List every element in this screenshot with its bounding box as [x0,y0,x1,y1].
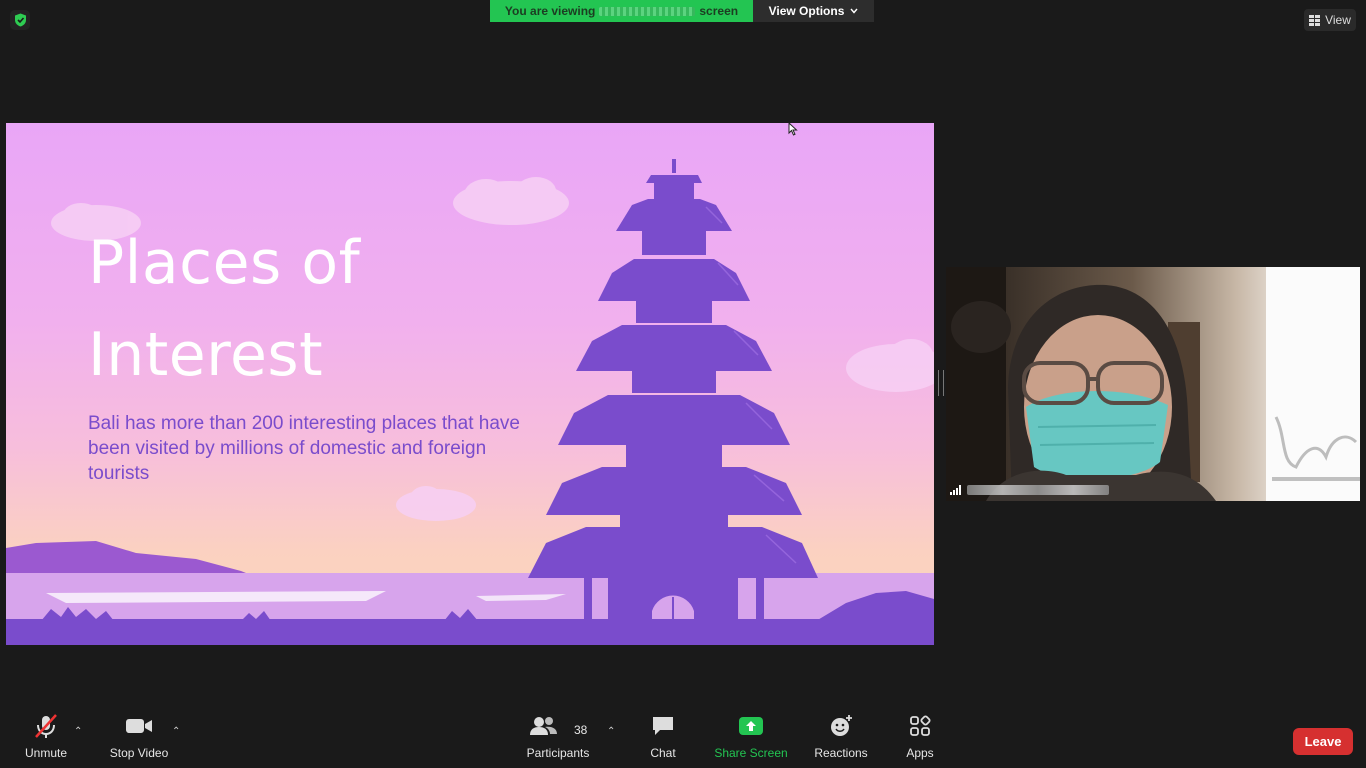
unmute-label: Unmute [24,746,68,760]
reactions-button[interactable]: Reactions [813,710,869,760]
video-options-caret-icon[interactable]: ⌃ [172,726,180,737]
slide-body-text: Bali has more than 200 interesting place… [88,413,520,484]
share-screen-button[interactable]: Share Screen [714,710,788,760]
chat-button[interactable]: Chat [644,710,682,760]
chat-icon [651,710,675,742]
camera-icon [125,710,153,742]
share-screen-label: Share Screen [714,746,788,760]
view-button-label: View [1325,13,1351,27]
participant-name-label [950,483,1109,497]
apps-icon [909,710,931,742]
reactions-icon [829,710,853,742]
mic-muted-icon [33,710,59,742]
viewing-prefix: You are viewing [504,4,596,18]
meeting-toolbar: Unmute ⌃ Stop Video ⌃ Participants 38 ⌃ … [0,710,1366,768]
unmute-button[interactable]: Unmute [20,710,72,760]
grid-icon [1309,14,1321,26]
signal-icon [950,485,961,495]
mouse-cursor-icon [788,122,798,136]
view-options-label: View Options [768,4,845,18]
panel-resize-handle[interactable] [938,370,944,396]
apps-label: Apps [906,746,934,760]
stop-video-label: Stop Video [109,746,169,760]
slide-title-line2: Interest [88,320,324,390]
view-button[interactable]: View [1304,9,1356,31]
participant-video-tile[interactable] [946,267,1360,501]
view-options-button[interactable]: View Options [753,0,874,22]
stop-video-button[interactable]: Stop Video [107,710,171,760]
audio-options-caret-icon[interactable]: ⌃ [74,726,82,737]
shared-screen[interactable]: Places of Interest Bali has more than 20… [6,123,934,645]
viewing-indicator: You are viewing screen [490,0,753,22]
share-banner: You are viewing screen View Options [490,0,874,22]
chat-label: Chat [650,746,676,760]
slide-title-line1: Places of [88,228,361,298]
participants-count: 38 [574,723,588,737]
participants-label: Participants [526,746,590,760]
viewing-suffix: screen [699,4,739,18]
participants-icon [530,710,559,742]
slide-title: Places of Interest [88,217,448,401]
share-screen-icon [739,710,763,742]
chevron-down-icon [850,8,858,14]
security-shield-icon[interactable] [10,10,30,30]
participants-caret-icon[interactable]: ⌃ [607,726,615,737]
reactions-label: Reactions [814,746,868,760]
redacted-participant-name [967,485,1109,495]
redacted-presenter-name [599,6,696,16]
participant-video-frame [946,267,1360,501]
leave-button[interactable]: Leave [1293,728,1353,755]
apps-button[interactable]: Apps [903,710,937,760]
